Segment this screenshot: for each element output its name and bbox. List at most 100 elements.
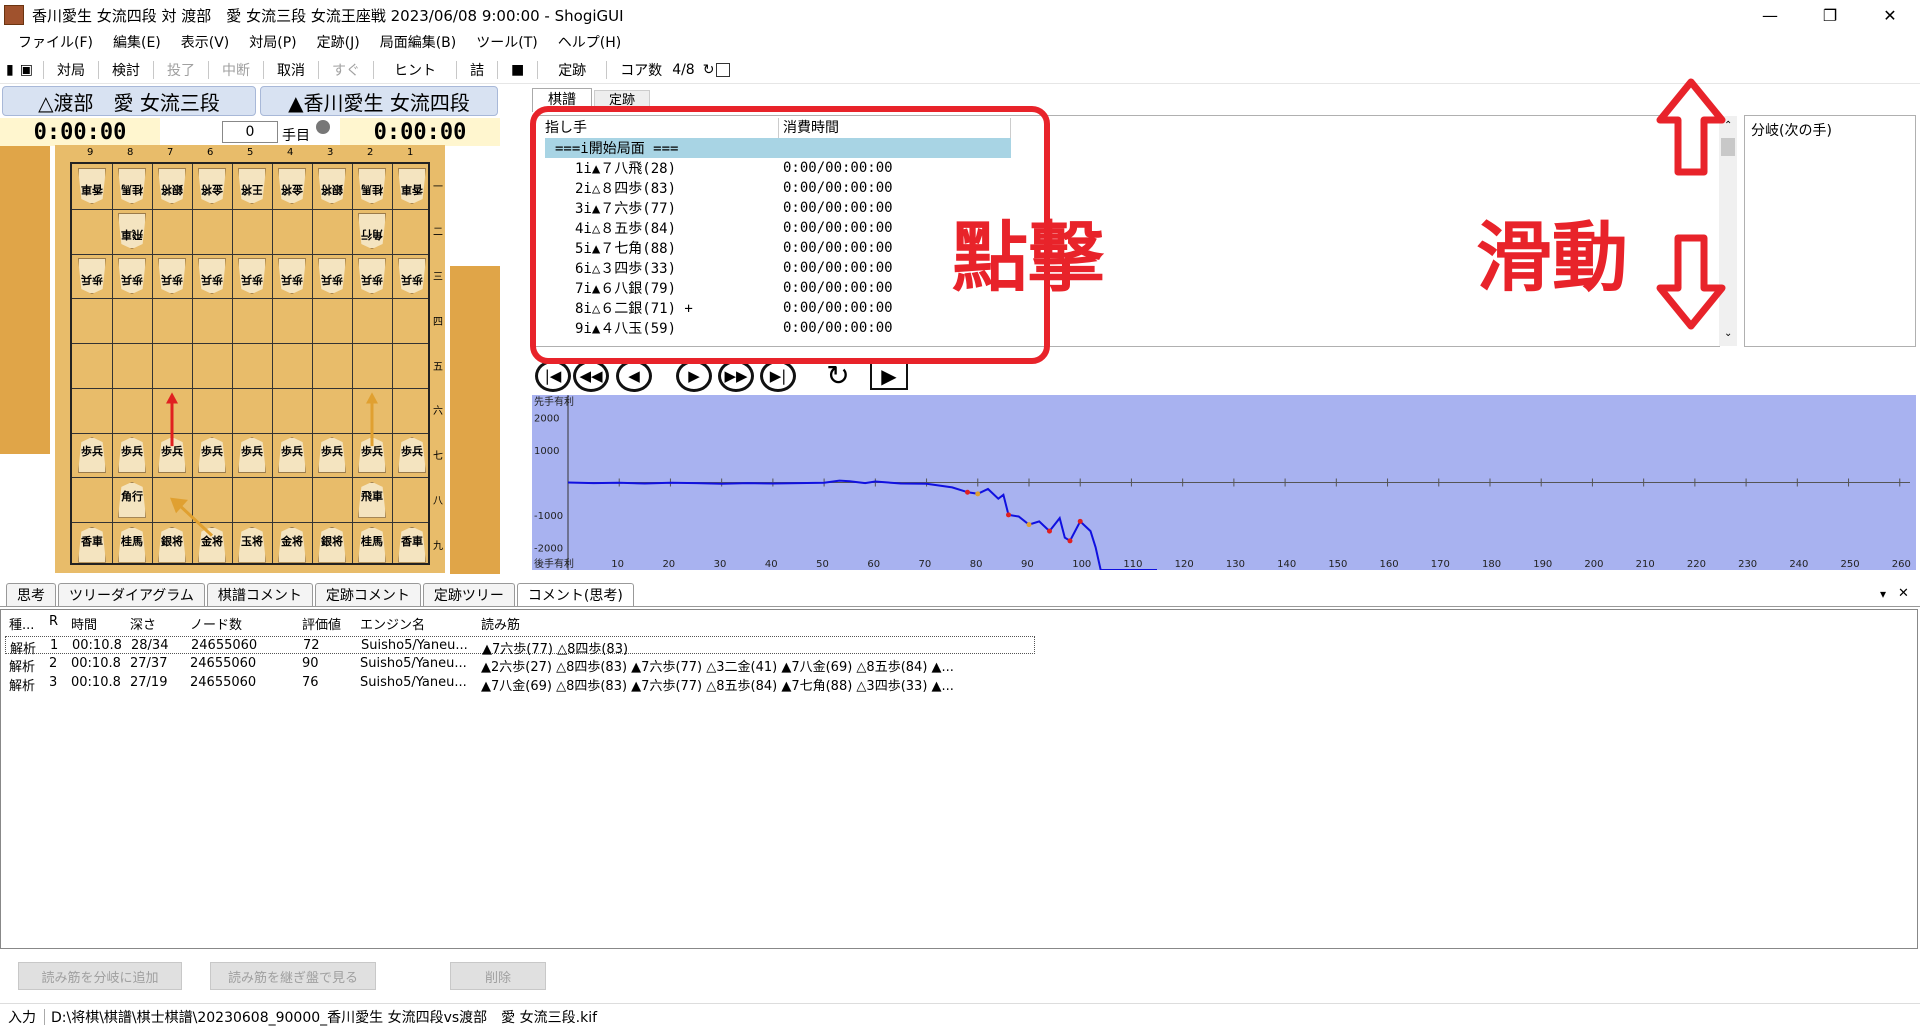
- analysis-row[interactable]: 解析 2 00:10.8 27/37 24655060 90 Suisho5/Yaneu..…: [5, 655, 1035, 675]
- title-bar: 香川愛生 女流四段 対 渡部 愛 女流三段 女流王座戦 2023/06/08 9…: [0, 0, 1920, 30]
- board-grid[interactable]: 香車 桂馬 銀将 金将 王将 金将 銀将 桂馬 香車 飛車 角行 歩兵 歩兵 歩兵 歩兵 歩兵 歩兵 歩兵 歩兵 歩兵…: [70, 162, 430, 565]
- graph-x-tick-label: 60: [867, 559, 880, 570]
- play-icon[interactable]: ▶: [870, 362, 908, 390]
- evaluation-chart: 2000 1000 -1000 -2000 10 20 30 40 50 60 70 80 90 100 1…: [534, 395, 1911, 571]
- file-label: 5: [247, 147, 254, 158]
- graph-x-tick-label: 180: [1482, 559, 1501, 570]
- game-button[interactable]: 対局: [46, 60, 96, 80]
- status-bar: 入力 D:\将棋\棋譜\棋士棋譜\20230608_90000_香川愛生 女流四…: [0, 1003, 1920, 1030]
- graph-x-tick-label: 20: [662, 559, 675, 570]
- rank-label: 九: [433, 540, 443, 552]
- new-icon[interactable]: ▮: [0, 62, 18, 78]
- graph-x-tick-label: 210: [1636, 559, 1655, 570]
- add-pv-to-branch-button[interactable]: 読み筋を分岐に追加: [18, 962, 182, 990]
- tab-comment-thinking[interactable]: コメント(思考): [516, 583, 634, 606]
- analysis-column-header[interactable]: 種...: [9, 614, 34, 633]
- graph-x-tick-label: 170: [1431, 559, 1450, 570]
- rank-label: 二: [433, 227, 443, 239]
- rank-label: 一: [433, 182, 443, 194]
- move-number-input[interactable]: 0: [222, 121, 278, 143]
- branch-header: 分岐(次の手): [1751, 123, 1832, 139]
- back-one-button[interactable]: ◀: [616, 360, 652, 392]
- sente-clock: 0:00:00: [340, 118, 500, 146]
- analysis-column-header[interactable]: 読み筋: [481, 614, 520, 633]
- analysis-column-header[interactable]: エンジン名: [360, 614, 425, 633]
- dropdown-icon[interactable]: ▾: [1880, 587, 1886, 601]
- analysis-cell: Suisho5/Yaneu...: [361, 638, 468, 653]
- resign-button[interactable]: 投了: [156, 60, 206, 80]
- mate-button[interactable]: 詰: [459, 60, 495, 80]
- delete-button[interactable]: 削除: [450, 962, 546, 990]
- analysis-cell: Suisho5/Yaneu...: [360, 675, 467, 690]
- first-move-button[interactable]: |◀: [535, 360, 571, 392]
- graph-x-tick-label: 250: [1841, 559, 1860, 570]
- cores-value: 4/8: [672, 61, 695, 78]
- analysis-row[interactable]: 解析 1 00:10.8 28/34 24655060 72 Suisho5/Yaneu..…: [5, 636, 1035, 657]
- analysis-row[interactable]: 解析 3 00:10.8 27/19 24655060 76 Suisho5/Yaneu..…: [5, 674, 1035, 694]
- move-number-label: 手目: [282, 128, 310, 144]
- rank-label: 六: [433, 406, 443, 418]
- status-mode: 入力: [8, 1010, 36, 1026]
- graph-sente-label: 先手有利: [534, 395, 574, 408]
- save-icon[interactable]: ▣: [18, 62, 41, 78]
- menu-tools[interactable]: ツール(T): [466, 32, 547, 52]
- tab-thinking[interactable]: 思考: [6, 583, 56, 606]
- graph-x-tick-label: 100: [1072, 559, 1091, 570]
- analysis-column-header[interactable]: 評価値: [302, 614, 341, 633]
- refresh-icon[interactable]: ↻: [701, 62, 717, 78]
- analysis-column-header[interactable]: R: [49, 614, 58, 629]
- close-panel-icon[interactable]: ✕: [1898, 586, 1909, 601]
- analysis-column-header[interactable]: 時間: [71, 614, 97, 633]
- analysis-cell: 24655060: [190, 656, 257, 671]
- window-title: 香川愛生 女流四段 対 渡部 愛 女流三段 女流王座戦 2023/06/08 9…: [32, 6, 624, 25]
- move-now-button[interactable]: すぐ: [321, 60, 371, 80]
- hint-button[interactable]: ヒント: [376, 60, 454, 80]
- joseki-button[interactable]: 定跡: [540, 60, 604, 80]
- rank-label: 四: [433, 316, 443, 328]
- view-pv-on-board-button[interactable]: 読み筋を継ぎ盤で見る: [210, 962, 376, 990]
- reverse-board-icon[interactable]: ↻: [820, 360, 856, 392]
- back-ten-button[interactable]: ◀◀: [573, 360, 609, 392]
- scroll-annotation: 滑動: [1476, 213, 1628, 302]
- bottom-tab-bar: 思考 ツリーダイアグラム 棋譜コメント 定跡コメント 定跡ツリー コメント(思考…: [0, 583, 1920, 607]
- menu-help[interactable]: ヘルプ(H): [548, 32, 631, 52]
- checkbox-icon[interactable]: [716, 62, 731, 77]
- hint-arrows: [166, 392, 378, 537]
- menu-game[interactable]: 対局(P): [239, 32, 306, 52]
- analysis-panel: 種... R 時間 深さ ノード数 評価値 エンジン名 読み筋 解析 1 00:10.8 28/34…: [0, 609, 1918, 949]
- tab-joseki-tree[interactable]: 定跡ツリー: [422, 583, 515, 606]
- gote-clock: 0:00:00: [0, 118, 160, 146]
- pause-button[interactable]: 中断: [211, 60, 261, 80]
- menu-joseki[interactable]: 定跡(J): [307, 32, 370, 52]
- stop-button[interactable]: ■: [500, 62, 535, 78]
- undo-button[interactable]: 取消: [266, 60, 316, 80]
- graph-x-tick-label: 190: [1533, 559, 1552, 570]
- file-label: 1: [407, 147, 414, 158]
- graph-x-tick-label: 220: [1687, 559, 1706, 570]
- rank-label: 七: [433, 451, 443, 463]
- menu-position-edit[interactable]: 局面編集(B): [370, 32, 467, 52]
- study-button[interactable]: 検討: [101, 60, 151, 80]
- analysis-column-header[interactable]: ノード数: [190, 614, 242, 633]
- graph-x-tick-label: 230: [1738, 559, 1757, 570]
- menu-file[interactable]: ファイル(F): [0, 32, 103, 52]
- analysis-column-header[interactable]: 深さ: [130, 614, 156, 633]
- last-move-button[interactable]: ▶|: [760, 360, 796, 392]
- forward-ten-button[interactable]: ▶▶: [718, 360, 754, 392]
- minimize-button[interactable]: —: [1740, 0, 1800, 30]
- menu-edit[interactable]: 編集(E): [103, 32, 171, 52]
- analysis-cell: 72: [303, 638, 320, 653]
- graph-x-tick-label: 260: [1892, 559, 1911, 570]
- tab-joseki-comment[interactable]: 定跡コメント: [314, 583, 421, 606]
- tab-kifu-comment[interactable]: 棋譜コメント: [206, 583, 313, 606]
- tab-tree-diagram[interactable]: ツリーダイアグラム: [58, 583, 205, 606]
- menu-view[interactable]: 表示(V): [171, 32, 240, 52]
- forward-one-button[interactable]: ▶: [676, 360, 712, 392]
- restore-button[interactable]: ❐: [1800, 0, 1860, 30]
- graph-x-tick-label: 160: [1380, 559, 1399, 570]
- shogi-board[interactable]: 9 8 7 6 5 4 3 2 1 一二三四五六七八九 香車 桂馬 銀将 金将 王将 金将 銀将 桂馬 香車 飛車…: [55, 145, 445, 573]
- close-button[interactable]: ✕: [1860, 0, 1920, 30]
- graph-x-tick-label: 110: [1123, 559, 1142, 570]
- evaluation-graph[interactable]: 2000 1000 -1000 -2000 10 20 30 40 50 60 70 80 90 100 1…: [532, 395, 1916, 571]
- toolbar: ▮ ▣ 対局 検討 投了 中断 取消 すぐ ヒント 詰 ■ 定跡 コア数 4/8…: [0, 56, 1920, 84]
